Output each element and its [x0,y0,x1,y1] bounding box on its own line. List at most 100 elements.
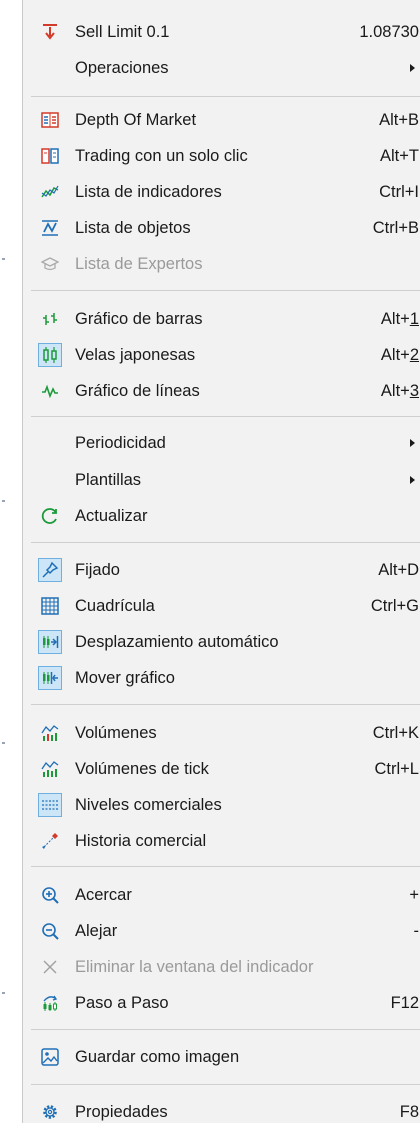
pin-icon [38,558,62,582]
sell-limit-icon [41,23,59,41]
price-value: 1.08730 [359,23,419,41]
menu-item-label: Alejar [75,922,118,940]
shortcut: Alt+D [378,561,419,579]
trade-history-icon [41,832,59,850]
menu-item-label: Actualizar [75,507,148,525]
menu-item-save-image[interactable]: Guardar como imagen [23,1038,420,1076]
menu-item-label: Gráfico de líneas [75,382,200,400]
menu-item-sell-limit[interactable]: Sell Limit 0.1 1.08730 [23,13,420,51]
menu-item-label: Mover gráfico [75,669,175,687]
shortcut: Ctrl+I [379,183,419,201]
menu-item-experts-list[interactable]: Lista de Expertos [23,245,420,283]
experts-icon [41,255,59,273]
menu-item-label: Acercar [75,886,132,904]
step-icon [41,994,59,1012]
menu-item-label: Historia comercial [75,832,207,850]
menu-item-autoscroll[interactable]: Desplazamiento automático [23,623,420,661]
menu-item-zoom-out[interactable]: Alejar - [23,912,420,950]
shortcut: Alt+3 [380,382,419,400]
chart-shift-icon [38,666,62,690]
menu-item-zoom-in[interactable]: Acercar + [23,876,420,914]
menu-item-label: Lista de Expertos [75,255,203,273]
chart-context-menu: Sell Limit 0.1 1.08730 Operaciones Depth… [22,0,420,1123]
candlestick-icon [38,343,62,367]
menu-item-label: Fijado [75,561,120,579]
menu-item-line-chart[interactable]: Gráfico de líneas Alt+3 [23,372,420,410]
grid-icon [41,597,59,615]
depth-of-market-icon [41,111,59,129]
menu-separator [31,290,420,291]
objects-icon [41,219,59,237]
shortcut: Ctrl+K [372,724,419,742]
menu-item-label: Velas japonesas [75,346,196,364]
menu-item-label: Eliminar la ventana del indicador [75,958,314,976]
menu-separator [31,866,420,867]
menu-item-label: Lista de objetos [75,219,191,237]
line-chart-icon [41,382,59,400]
menu-item-indicators-list[interactable]: Lista de indicadores Ctrl+I [23,173,420,211]
menu-item-label: Paso a Paso [75,994,169,1012]
shortcut: Ctrl+G [370,597,419,615]
shortcut: - [413,922,420,940]
background-window-strip [0,0,22,1123]
autoscroll-icon [38,630,62,654]
menu-item-label: Lista de indicadores [75,183,222,201]
menu-item-label: Sell Limit 0.1 [75,23,170,41]
menu-item-label: Propiedades [75,1103,168,1121]
menu-item-volumes[interactable]: Volúmenes Ctrl+K [23,714,420,752]
menu-item-bar-chart[interactable]: Gráfico de barras Alt+1 [23,300,420,338]
shortcut: Ctrl+B [372,219,419,237]
menu-item-trade-history[interactable]: Historia comercial [23,822,420,860]
menu-item-depth-of-market[interactable]: Depth Of Market Alt+B [23,101,420,139]
strip-mark [2,500,5,502]
shortcut: Alt+T [380,147,419,165]
menu-item-plantillas[interactable]: Plantillas [23,461,420,499]
menu-item-step[interactable]: Paso a Paso F12 [23,984,420,1022]
menu-item-label: Cuadrícula [75,597,155,615]
menu-item-one-click-trading[interactable]: Trading con un solo clic Alt+T [23,137,420,175]
menu-separator [31,416,420,417]
menu-item-properties[interactable]: Propiedades F8 [23,1093,420,1131]
menu-item-label: Trading con un solo clic [75,147,248,165]
menu-item-label: Volúmenes de tick [75,760,209,778]
menu-item-label: Periodicidad [75,434,166,452]
menu-item-actualizar[interactable]: Actualizar [23,497,420,535]
shortcut: F12 [390,994,419,1012]
menu-item-candlesticks[interactable]: Velas japonesas Alt+2 [23,336,420,374]
strip-mark [2,992,5,994]
indicators-icon [41,183,59,201]
submenu-arrow-icon [410,439,415,447]
menu-separator [31,96,420,97]
menu-item-tick-volumes[interactable]: Volúmenes de tick Ctrl+L [23,750,420,788]
close-icon [41,958,59,976]
menu-item-chart-shift[interactable]: Mover gráfico [23,659,420,697]
menu-separator [31,704,420,705]
image-icon [41,1048,59,1066]
shortcut: F8 [399,1103,419,1121]
zoom-out-icon [41,922,59,940]
menu-item-label: Niveles comerciales [75,796,222,814]
menu-item-periodicidad[interactable]: Periodicidad [23,424,420,462]
strip-mark [2,742,5,744]
one-click-trading-icon [41,147,59,165]
submenu-arrow-icon [410,64,415,72]
menu-item-label: Gráfico de barras [75,310,203,328]
menu-separator [31,542,420,543]
menu-item-operaciones[interactable]: Operaciones [23,49,420,87]
menu-item-trade-levels[interactable]: Niveles comerciales [23,786,420,824]
menu-item-objects-list[interactable]: Lista de objetos Ctrl+B [23,209,420,247]
volumes-icon [41,724,59,742]
menu-separator [31,1084,420,1085]
zoom-in-icon [41,886,59,904]
refresh-icon [41,507,59,525]
menu-item-label: Depth Of Market [75,111,197,129]
menu-item-delete-indicator-window[interactable]: Eliminar la ventana del indicador [23,948,420,986]
tick-volumes-icon [41,760,59,778]
menu-item-label: Desplazamiento automático [75,633,279,651]
trade-levels-icon [38,793,62,817]
shortcut: Alt+1 [380,310,419,328]
strip-mark [2,258,5,260]
menu-item-cuadricula[interactable]: Cuadrícula Ctrl+G [23,587,420,625]
bar-chart-icon [41,310,59,328]
menu-item-fijado[interactable]: Fijado Alt+D [23,551,420,589]
